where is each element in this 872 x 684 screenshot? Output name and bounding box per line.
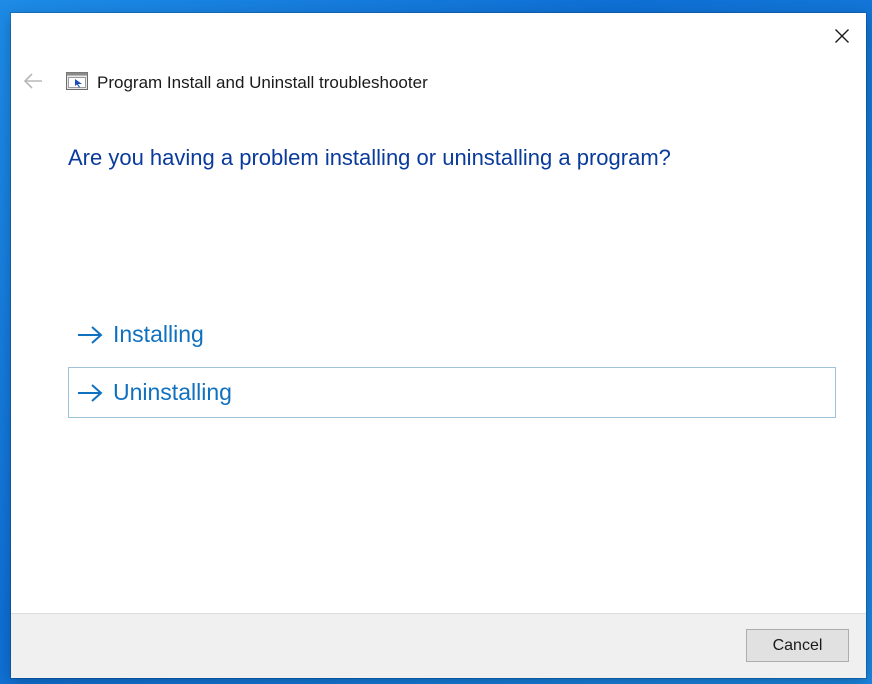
option-installing-label: Installing xyxy=(113,321,204,347)
option-uninstalling-label: Uninstalling xyxy=(113,379,232,405)
close-icon xyxy=(835,29,849,43)
back-arrow-icon xyxy=(23,73,42,89)
option-uninstalling[interactable]: Uninstalling xyxy=(68,367,836,418)
cancel-button[interactable]: Cancel xyxy=(746,629,849,662)
close-button[interactable] xyxy=(818,13,866,59)
page-question: Are you having a problem installing or u… xyxy=(68,145,671,170)
right-arrow-icon xyxy=(78,383,103,402)
back-button[interactable] xyxy=(21,71,45,91)
footer-bar: Cancel xyxy=(11,613,866,678)
right-arrow-icon xyxy=(78,325,103,344)
option-installing[interactable]: Installing xyxy=(68,309,836,360)
window-title: Program Install and Uninstall troublesho… xyxy=(97,73,428,92)
troubleshooter-window: Program Install and Uninstall troublesho… xyxy=(11,13,866,678)
troubleshooter-app-icon xyxy=(66,72,88,90)
